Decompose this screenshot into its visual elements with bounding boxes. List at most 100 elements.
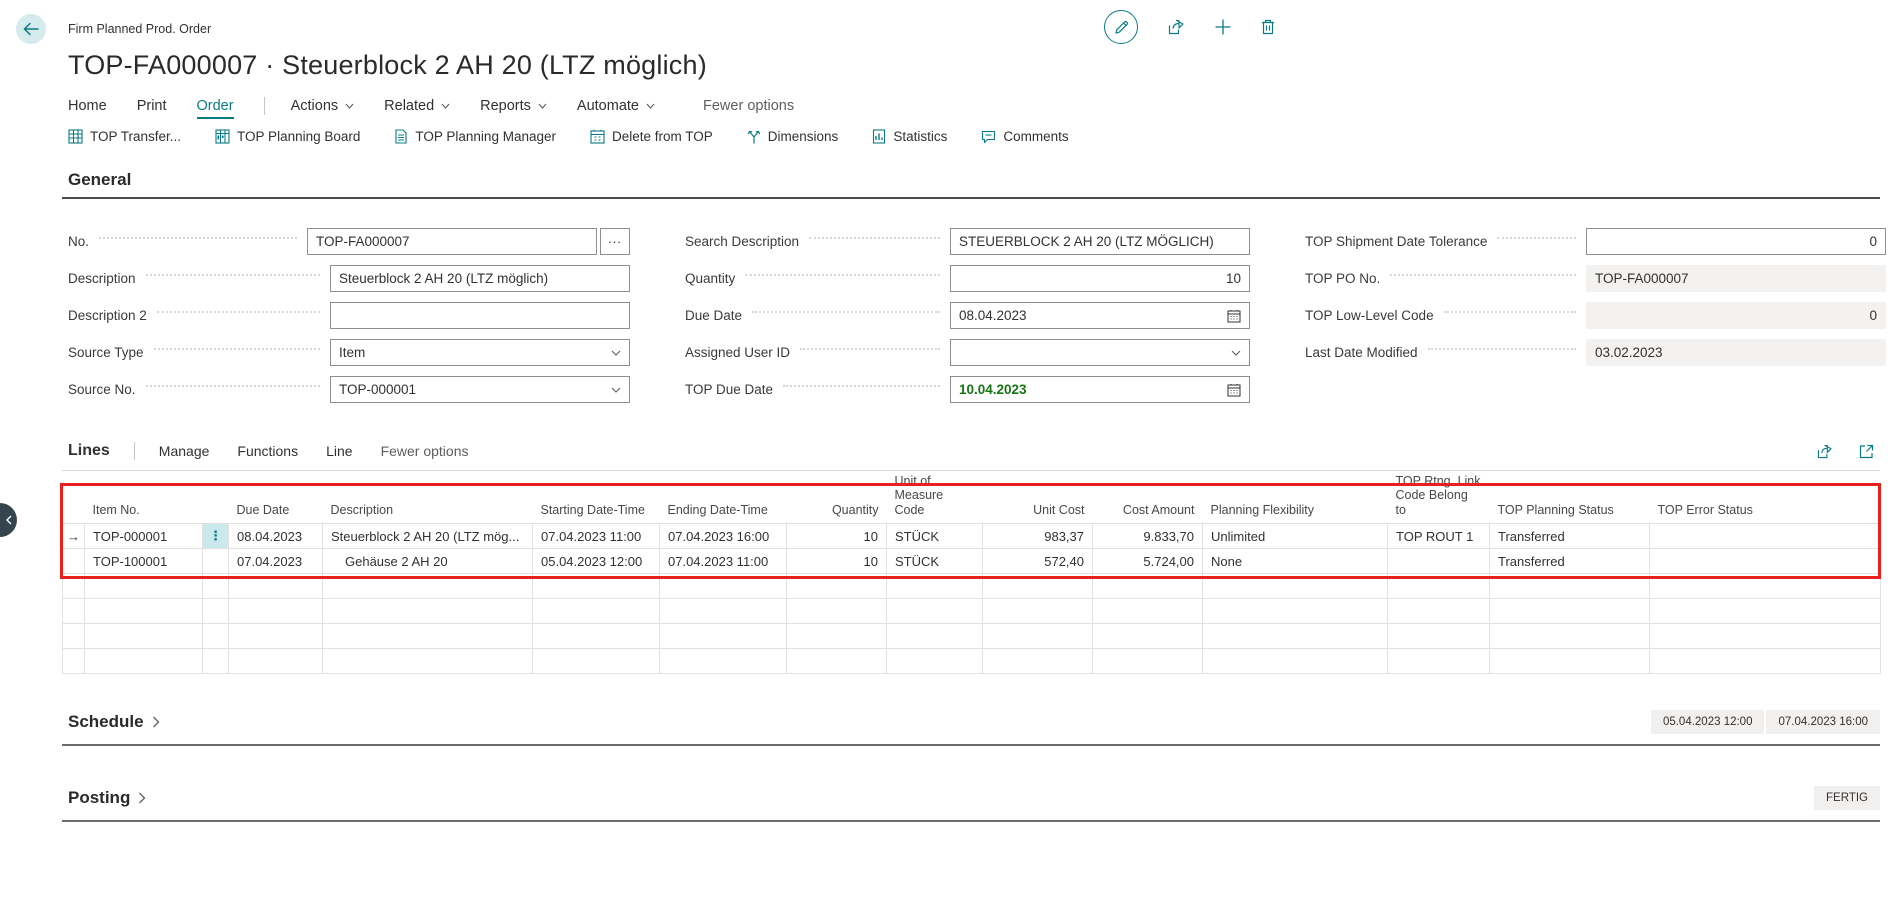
menu-related[interactable]: Related <box>384 98 450 114</box>
empty-cell[interactable] <box>887 649 983 674</box>
empty-cell[interactable] <box>533 599 660 624</box>
side-pane-handle[interactable] <box>0 503 17 537</box>
empty-cell[interactable] <box>983 599 1093 624</box>
row-menu-cell[interactable] <box>203 549 229 574</box>
empty-cell[interactable] <box>85 574 203 599</box>
cell-top-error-status[interactable] <box>1650 524 1881 549</box>
empty-cell[interactable] <box>1203 624 1388 649</box>
cell-top-error-status[interactable] <box>1650 549 1881 574</box>
empty-cell[interactable] <box>533 649 660 674</box>
empty-cell[interactable] <box>203 649 229 674</box>
cell-cost-amount[interactable]: 9.833,70 <box>1093 524 1203 549</box>
col-header-top-planning-status[interactable]: TOP Planning Status <box>1490 471 1650 524</box>
col-header-planning-flexibility[interactable]: Planning Flexibility <box>1203 471 1388 524</box>
cell-top-rtng-link[interactable]: TOP ROUT 1 <box>1388 524 1490 549</box>
empty-cell[interactable] <box>63 649 85 674</box>
tab-home[interactable]: Home <box>68 98 107 114</box>
empty-cell[interactable] <box>203 624 229 649</box>
empty-cell[interactable] <box>85 649 203 674</box>
empty-cell[interactable] <box>983 649 1093 674</box>
empty-cell[interactable] <box>1490 624 1650 649</box>
lines-section-title[interactable]: Lines <box>68 442 110 460</box>
comments-button[interactable]: Comments <box>981 129 1068 144</box>
cell-unit-of-measure[interactable]: STÜCK <box>887 549 983 574</box>
col-header-item-no[interactable]: Item No. <box>85 471 229 524</box>
empty-cell[interactable] <box>203 574 229 599</box>
back-button[interactable] <box>16 14 46 44</box>
cell-unit-cost[interactable]: 572,40 <box>983 549 1093 574</box>
empty-cell[interactable] <box>229 649 323 674</box>
cell-due-date[interactable]: 07.04.2023 <box>229 549 323 574</box>
col-header-top-rtng-link[interactable]: TOP Rtng. Link Code Belong to <box>1388 471 1490 524</box>
empty-cell[interactable] <box>229 599 323 624</box>
cell-starting-date-time[interactable]: 07.04.2023 11:00 <box>533 524 660 549</box>
empty-cell[interactable] <box>85 624 203 649</box>
empty-cell[interactable] <box>1388 599 1490 624</box>
empty-cell[interactable] <box>887 599 983 624</box>
col-header-due-date[interactable]: Due Date <box>229 471 323 524</box>
menu-automate[interactable]: Automate <box>577 98 655 114</box>
cell-top-rtng-link[interactable] <box>1388 549 1490 574</box>
empty-cell[interactable] <box>660 624 787 649</box>
col-header-unit-of-measure-code[interactable]: Unit of Measure Code <box>887 471 983 524</box>
menu-reports[interactable]: Reports <box>480 98 547 114</box>
posting-section-title[interactable]: Posting <box>68 788 130 808</box>
empty-cell[interactable] <box>887 624 983 649</box>
open-in-new-window-icon[interactable] <box>1859 444 1874 459</box>
schedule-section-title[interactable]: Schedule <box>68 712 144 732</box>
cell-top-planning-status[interactable]: Transferred <box>1490 549 1650 574</box>
calendar-icon[interactable] <box>1227 383 1241 397</box>
cell-quantity[interactable]: 10 <box>787 549 887 574</box>
empty-cell[interactable] <box>1388 574 1490 599</box>
col-header-cost-amount[interactable]: Cost Amount <box>1093 471 1203 524</box>
col-header-top-error-status[interactable]: TOP Error Status <box>1650 471 1881 524</box>
empty-cell[interactable] <box>787 574 887 599</box>
empty-cell[interactable] <box>63 599 85 624</box>
add-button[interactable] <box>1215 19 1231 35</box>
empty-cell[interactable] <box>1093 624 1203 649</box>
lines-menu-fewer-options[interactable]: Fewer options <box>381 443 469 459</box>
cell-ending-date-time[interactable]: 07.04.2023 11:00 <box>660 549 787 574</box>
empty-cell[interactable] <box>323 599 533 624</box>
empty-cell[interactable] <box>85 599 203 624</box>
empty-cell[interactable] <box>1650 649 1881 674</box>
empty-cell[interactable] <box>983 574 1093 599</box>
empty-cell[interactable] <box>323 574 533 599</box>
top-transfer-button[interactable]: TOP Transfer... <box>68 129 181 144</box>
tab-order[interactable]: Order <box>197 98 234 119</box>
dimensions-button[interactable]: Dimensions <box>747 129 839 144</box>
col-header-description[interactable]: Description <box>323 471 533 524</box>
empty-cell[interactable] <box>1203 649 1388 674</box>
col-header-quantity[interactable]: Quantity <box>787 471 887 524</box>
col-header-ending-date-time[interactable]: Ending Date-Time <box>660 471 787 524</box>
col-header-starting-date-time[interactable]: Starting Date-Time <box>533 471 660 524</box>
empty-cell[interactable] <box>983 624 1093 649</box>
top-shipment-date-tolerance-field[interactable]: 0 <box>1586 228 1886 255</box>
empty-cell[interactable] <box>660 574 787 599</box>
empty-cell[interactable] <box>1650 574 1881 599</box>
statistics-button[interactable]: Statistics <box>872 129 947 144</box>
empty-cell[interactable] <box>203 599 229 624</box>
empty-cell[interactable] <box>323 649 533 674</box>
top-planning-board-button[interactable]: TOP Planning Board <box>215 129 360 144</box>
delete-from-top-button[interactable]: Delete from TOP <box>590 129 713 144</box>
cell-item-no[interactable]: TOP-100001 <box>85 549 203 574</box>
cell-quantity[interactable]: 10 <box>787 524 887 549</box>
empty-cell[interactable] <box>229 624 323 649</box>
empty-cell[interactable] <box>787 599 887 624</box>
search-description-field[interactable]: STEUERBLOCK 2 AH 20 (LTZ MÖGLICH) <box>950 228 1250 255</box>
empty-cell[interactable] <box>1490 649 1650 674</box>
empty-cell[interactable] <box>323 624 533 649</box>
empty-cell[interactable] <box>660 599 787 624</box>
cell-description[interactable]: Steuerblock 2 AH 20 (LTZ mög... <box>323 524 533 549</box>
empty-cell[interactable] <box>1388 649 1490 674</box>
empty-cell[interactable] <box>1388 624 1490 649</box>
delete-button[interactable] <box>1261 19 1275 35</box>
menu-actions[interactable]: Actions <box>291 98 355 114</box>
share-icon[interactable] <box>1817 444 1833 459</box>
empty-cell[interactable] <box>1093 599 1203 624</box>
current-row-indicator[interactable]: → <box>63 524 85 549</box>
cell-unit-of-measure[interactable]: STÜCK <box>887 524 983 549</box>
empty-cell[interactable] <box>1490 574 1650 599</box>
quantity-field[interactable]: 10 <box>950 265 1250 292</box>
